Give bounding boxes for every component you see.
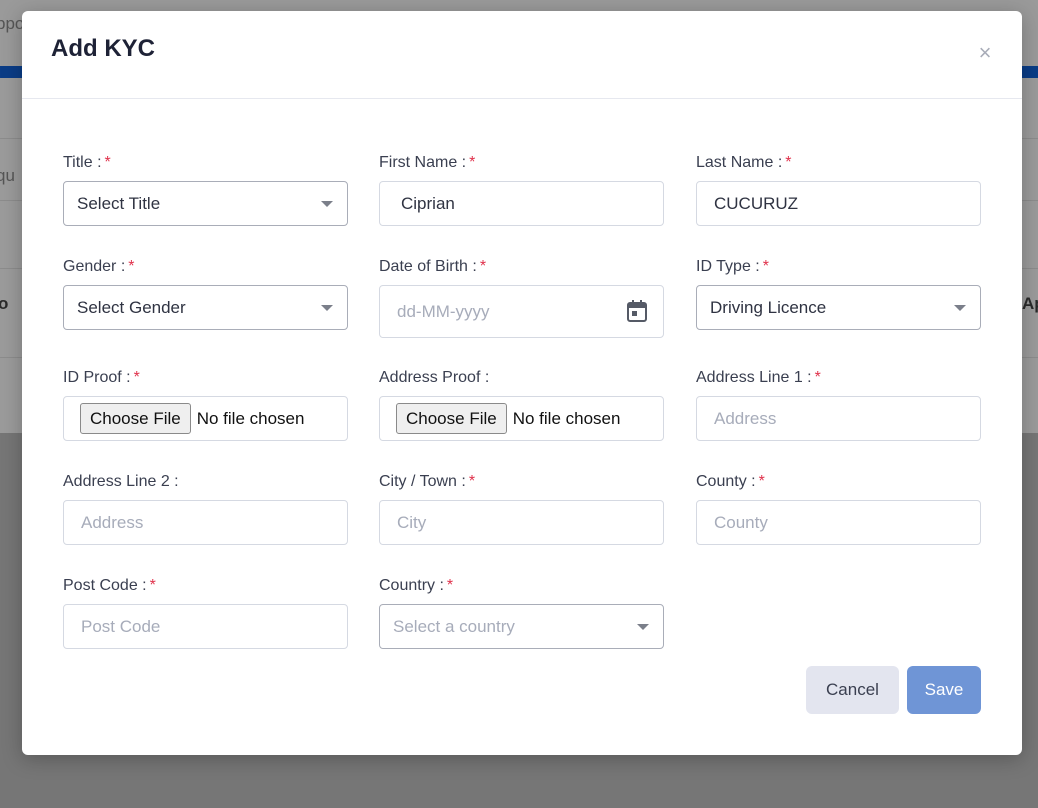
chevron-down-icon (954, 305, 966, 311)
id-type-select-value: Driving Licence (710, 297, 827, 317)
dob-input[interactable]: dd-MM-yyyy (379, 285, 664, 338)
id-proof-field: ID Proof : * Choose File No file chosen (63, 367, 348, 441)
address-proof-field: Address Proof : Choose File No file chos… (379, 367, 664, 441)
background-text-fragment: o (0, 294, 9, 313)
county-label: County : * (696, 473, 765, 490)
address-proof-file-status: No file chosen (512, 408, 621, 428)
first-name-label: First Name : * (379, 154, 476, 171)
save-button[interactable]: Save (907, 666, 981, 714)
calendar-icon[interactable] (626, 299, 648, 323)
dob-field: Date of Birth : * dd-MM-yyyy (379, 256, 664, 338)
id-proof-label: ID Proof : * (63, 369, 140, 386)
county-placeholder: County (714, 512, 768, 532)
id-proof-choose-file-button[interactable]: Choose File (80, 403, 191, 434)
address-line2-input[interactable]: Address (63, 500, 348, 545)
city-placeholder: City (397, 512, 427, 532)
gender-field: Gender : * Select Gender (63, 256, 348, 330)
post-code-label: Post Code : * (63, 577, 156, 594)
post-code-input[interactable]: Post Code (63, 604, 348, 649)
county-input[interactable]: County (696, 500, 981, 545)
address-line1-placeholder: Address (714, 408, 777, 428)
first-name-input[interactable]: Ciprian (379, 181, 664, 226)
modal-title: Add KYC (51, 35, 155, 62)
title-field: Title : * Select Title (63, 152, 348, 226)
id-type-label: ID Type : * (696, 258, 769, 275)
last-name-label: Last Name : * (696, 154, 792, 171)
background-text-fragment: ppo (0, 14, 25, 33)
gender-label: Gender : * (63, 258, 135, 275)
country-label: Country : * (379, 577, 454, 594)
id-proof-file-input[interactable]: Choose File No file chosen (63, 396, 348, 441)
title-select-value: Select Title (77, 193, 161, 213)
country-field: Country : * Select a country (379, 575, 664, 649)
address-line1-label: Address Line 1 : * (696, 369, 821, 386)
address-line1-field: Address Line 1 : * Address (696, 367, 981, 441)
id-type-field: ID Type : * Driving Licence (696, 256, 981, 330)
city-input[interactable]: City (379, 500, 664, 545)
dob-label: Date of Birth : * (379, 258, 487, 275)
id-proof-file-status: No file chosen (196, 408, 305, 428)
last-name-input[interactable]: CUCURUZ (696, 181, 981, 226)
chevron-down-icon (321, 305, 333, 311)
gender-select[interactable]: Select Gender (63, 285, 348, 330)
chevron-down-icon (637, 624, 649, 630)
address-line2-placeholder: Address (81, 512, 144, 532)
last-name-field: Last Name : * CUCURUZ (696, 152, 981, 226)
address-line2-label: Address Line 2 : (63, 473, 179, 490)
first-name-field: First Name : * Ciprian (379, 152, 664, 226)
address-line1-input[interactable]: Address (696, 396, 981, 441)
add-kyc-modal: Add KYC × Title : * Select Title First Na… (22, 11, 1022, 755)
background-text-fragment: qu (0, 166, 15, 185)
address-proof-file-input[interactable]: Choose File No file chosen (379, 396, 664, 441)
title-select[interactable]: Select Title (63, 181, 348, 226)
background-text-fragment: Ap (1022, 294, 1038, 313)
country-select-placeholder: Select a country (393, 616, 515, 636)
city-field: City / Town : * City (379, 471, 664, 545)
id-type-select[interactable]: Driving Licence (696, 285, 981, 330)
post-code-placeholder: Post Code (81, 616, 161, 636)
county-field: County : * County (696, 471, 981, 545)
last-name-value: CUCURUZ (714, 193, 799, 213)
address-line2-field: Address Line 2 : Address (63, 471, 348, 545)
close-icon[interactable]: × (975, 41, 995, 65)
gender-select-value: Select Gender (77, 297, 186, 317)
city-label: City / Town : * (379, 473, 476, 490)
address-proof-choose-file-button[interactable]: Choose File (396, 403, 507, 434)
first-name-value: Ciprian (401, 193, 455, 213)
post-code-field: Post Code : * Post Code (63, 575, 348, 649)
country-select[interactable]: Select a country (379, 604, 664, 649)
cancel-button[interactable]: Cancel (806, 666, 899, 714)
dob-placeholder: dd-MM-yyyy (397, 301, 490, 321)
chevron-down-icon (321, 201, 333, 207)
address-proof-label: Address Proof : (379, 369, 490, 386)
modal-header: Add KYC × (22, 11, 1022, 99)
title-label: Title : * (63, 154, 111, 171)
